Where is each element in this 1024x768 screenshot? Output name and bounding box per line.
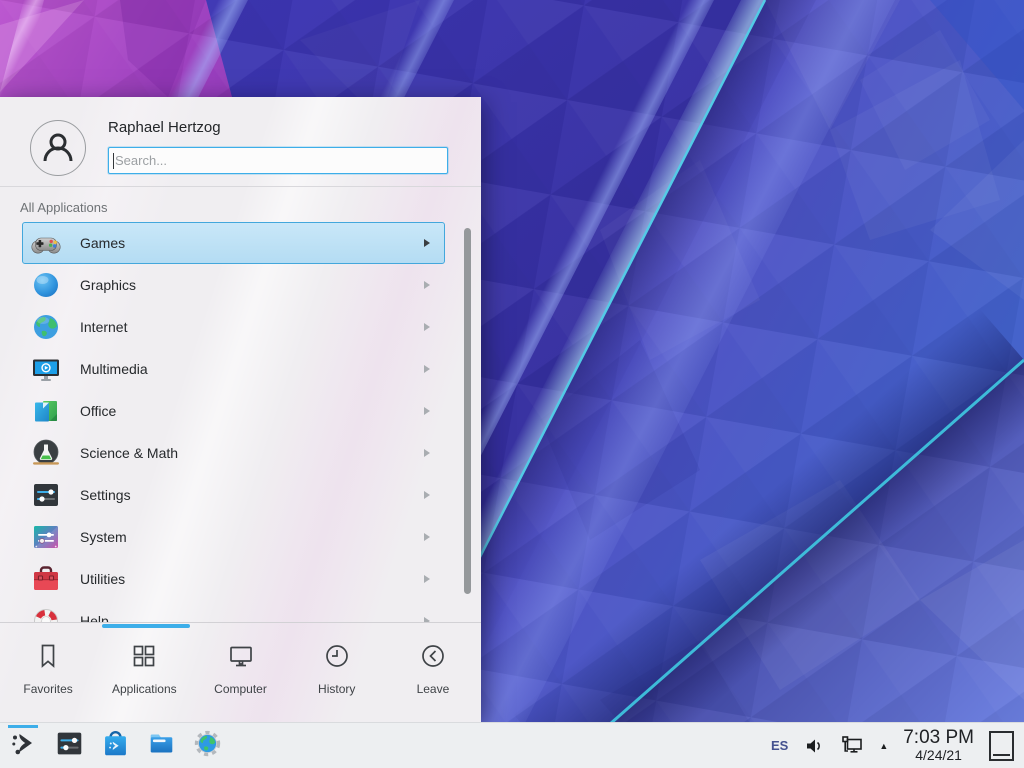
grid-icon — [130, 642, 158, 675]
launcher-tab-bar: Favorites Applications C — [0, 628, 481, 722]
settings-icon — [30, 479, 62, 511]
submenu-arrow-icon — [424, 407, 430, 415]
header-divider — [0, 186, 481, 187]
category-utilities[interactable]: Utilities — [22, 558, 445, 600]
tab-favorites[interactable]: Favorites — [0, 642, 96, 722]
system-icon — [30, 521, 62, 553]
category-label: Multimedia — [80, 361, 148, 377]
shopping-bag-icon — [101, 728, 130, 764]
discover-button[interactable] — [100, 729, 130, 763]
category-label: Office — [80, 403, 116, 419]
category-label: Games — [80, 235, 125, 251]
category-games[interactable]: Games — [22, 222, 445, 264]
history-icon — [323, 642, 351, 675]
category-list: Games Graphics — [0, 222, 481, 622]
category-label: Internet — [80, 319, 127, 335]
category-help[interactable]: Help — [22, 600, 445, 622]
submenu-arrow-icon — [424, 365, 430, 373]
tab-history[interactable]: History — [289, 642, 385, 722]
volume-icon[interactable] — [803, 735, 825, 757]
file-manager-button[interactable] — [146, 729, 176, 763]
office-icon — [30, 395, 62, 427]
category-internet[interactable]: Internet — [22, 306, 445, 348]
clock-time: 7:03 PM — [903, 728, 974, 748]
kickoff-icon — [9, 729, 37, 762]
category-label: Help — [80, 613, 109, 622]
application-launcher-menu: Raphael Hertzog All Applications — [0, 97, 481, 722]
submenu-arrow-icon — [424, 281, 430, 289]
globe-gear-icon — [193, 729, 222, 763]
submenu-arrow-icon — [424, 533, 430, 541]
user-name: Raphael Hertzog — [108, 119, 221, 136]
tab-label: Computer — [214, 682, 267, 696]
footer-divider — [0, 622, 481, 623]
science-icon — [30, 437, 62, 469]
settings-sliders-icon — [55, 729, 84, 763]
category-settings[interactable]: Settings — [22, 474, 445, 516]
help-icon — [30, 605, 62, 622]
category-office[interactable]: Office — [22, 390, 445, 432]
graphics-ball-icon — [30, 269, 62, 301]
tab-label: Applications — [112, 682, 177, 696]
multimedia-icon — [30, 353, 62, 385]
category-multimedia[interactable]: Multimedia — [22, 348, 445, 390]
expand-caret-icon[interactable]: ▲ — [879, 741, 888, 751]
category-label: Graphics — [80, 277, 136, 293]
category-label: Science & Math — [80, 445, 178, 461]
leave-icon — [419, 642, 447, 675]
user-avatar-icon[interactable] — [30, 120, 86, 176]
taskbar: ES ▲ 7:03 PM 4/24/21 — [0, 722, 1024, 768]
submenu-arrow-icon — [424, 323, 430, 331]
tab-label: History — [318, 682, 355, 696]
submenu-arrow-icon — [424, 449, 430, 457]
submenu-arrow-icon — [424, 239, 430, 247]
submenu-arrow-icon — [424, 575, 430, 583]
network-icon[interactable] — [840, 735, 864, 757]
submenu-arrow-icon — [424, 491, 430, 499]
keyboard-layout-indicator[interactable]: ES — [771, 738, 788, 753]
system-tray: ES ▲ 7:03 PM 4/24/21 — [771, 728, 1014, 763]
show-desktop-button[interactable] — [989, 731, 1014, 761]
globe-icon — [30, 311, 62, 343]
application-launcher-button[interactable] — [8, 729, 38, 763]
folder-icon — [147, 730, 176, 762]
computer-icon — [227, 642, 255, 675]
scrollbar-thumb[interactable] — [464, 228, 471, 594]
tab-label: Leave — [417, 682, 450, 696]
tab-applications[interactable]: Applications — [96, 642, 192, 722]
category-graphics[interactable]: Graphics — [22, 264, 445, 306]
web-browser-button[interactable] — [192, 729, 222, 763]
search-input[interactable] — [108, 147, 448, 174]
tab-label: Favorites — [23, 682, 72, 696]
category-label: Settings — [80, 487, 131, 503]
category-label: System — [80, 529, 127, 545]
tab-leave[interactable]: Leave — [385, 642, 481, 722]
system-settings-button[interactable] — [54, 729, 84, 763]
tab-computer[interactable]: Computer — [192, 642, 288, 722]
category-science-math[interactable]: Science & Math — [22, 432, 445, 474]
bookmark-icon — [34, 642, 62, 675]
section-label: All Applications — [20, 200, 107, 215]
text-cursor — [113, 153, 114, 169]
digital-clock[interactable]: 7:03 PM 4/24/21 — [903, 728, 974, 763]
clock-date: 4/24/21 — [903, 748, 974, 763]
desktop: Raphael Hertzog All Applications — [0, 0, 1024, 768]
utilities-icon — [30, 563, 62, 595]
gamepad-icon — [30, 227, 62, 259]
category-label: Utilities — [80, 571, 125, 587]
category-system[interactable]: System — [22, 516, 445, 558]
